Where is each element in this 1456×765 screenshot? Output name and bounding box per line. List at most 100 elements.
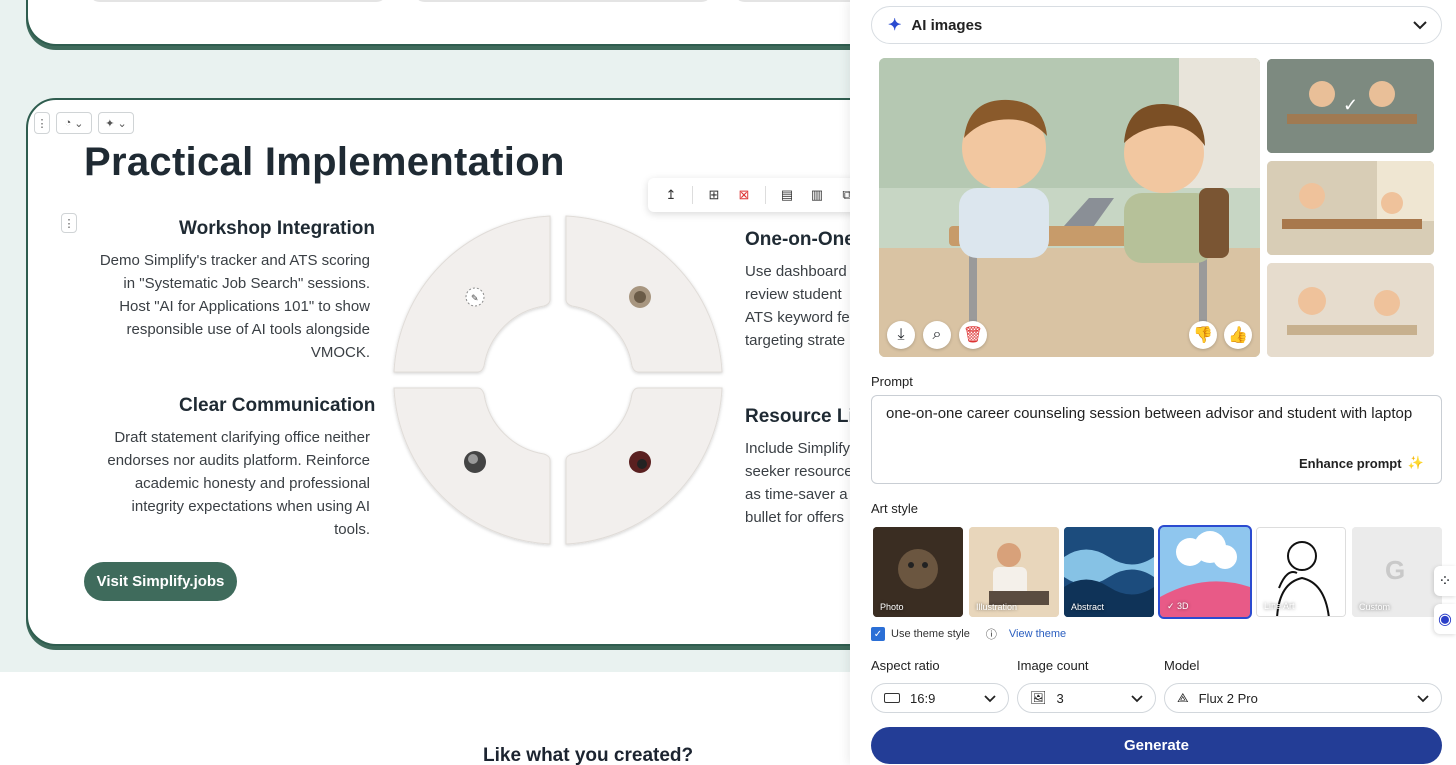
align-middle-icon[interactable]: ▥	[804, 182, 830, 208]
delete-icon[interactable]: 🗑	[959, 321, 987, 349]
style-tile-illustration[interactable]: Illustration	[969, 527, 1059, 617]
layout-grid-icon[interactable]: ⊞	[701, 182, 727, 208]
chevron-down-icon	[1413, 17, 1427, 34]
toolbar-divider	[692, 186, 693, 204]
text-line: Host "AI for Applications 101" to show	[119, 298, 370, 315]
chevron-down-icon	[1131, 691, 1143, 706]
style-tile-line-art[interactable]: Line Art	[1256, 527, 1346, 617]
text-line: tools.	[334, 521, 370, 538]
visit-simplify-button[interactable]: Visit Simplify.jobs	[84, 562, 237, 601]
download-icon[interactable]: ⤓	[887, 321, 915, 349]
align-top-icon[interactable]: ▤	[774, 182, 800, 208]
apps-icon[interactable]: ⁘	[1434, 566, 1456, 596]
style-label: Custom	[1359, 602, 1391, 612]
mode-label: AI images	[911, 16, 983, 34]
enhance-prompt-button[interactable]: Enhance prompt ✨	[1299, 455, 1424, 471]
text-line: ATS keyword fe	[745, 309, 850, 326]
use-theme-row: ✓ Use theme style ⓘ View theme	[871, 626, 1066, 642]
art-style-label: Art style	[871, 501, 918, 516]
generated-image-thumb-2[interactable]	[1267, 161, 1434, 255]
segment-icon-bottom-right	[629, 451, 651, 473]
style-tile-3d[interactable]: ✓ 3D	[1158, 525, 1252, 619]
hide-image-icon[interactable]: ⊠	[731, 182, 757, 208]
block-title-workshop[interactable]: Workshop Integration	[179, 218, 375, 240]
magic-wand-icon: ✨	[1407, 455, 1424, 470]
text-line: academic honesty and professional	[134, 475, 370, 492]
block-text-resource[interactable]: Include Simplify seeker resource as time…	[745, 437, 850, 529]
thumb-illustration: ✓	[1267, 59, 1434, 153]
info-icon[interactable]: ⓘ	[986, 626, 997, 642]
duplicate-icon[interactable]: ⧉	[834, 182, 850, 208]
block-title-one-on-one[interactable]: One-on-One	[745, 229, 850, 251]
block-toolbar: ↥ ⊞ ⊠ ▤ ▥ ⧉	[648, 178, 850, 212]
aspect-ratio-label: Aspect ratio	[871, 658, 940, 673]
card-color-button[interactable]: ◔ ⌄	[56, 112, 92, 134]
style-label-text: 3D	[1177, 601, 1189, 611]
segment-icon-bottom-left	[464, 451, 486, 473]
style-label: Line Art	[1264, 601, 1295, 611]
text-line: Draft statement clarifying office neithe…	[114, 429, 370, 446]
quadrant-ring-diagram[interactable]: ✎	[390, 212, 726, 548]
segment-icon-top-right	[629, 286, 651, 308]
generated-image-illustration	[879, 58, 1260, 357]
assistant-icon[interactable]: ◉	[1434, 604, 1456, 634]
slide-title[interactable]: Practical Implementation	[84, 140, 565, 185]
text-line: bullet for offers	[745, 509, 844, 526]
image-icon: 🖼	[1030, 690, 1047, 705]
block-text-workshop[interactable]: Demo Simplify's tracker and ATS scoring …	[60, 249, 370, 364]
thumbs-down-icon[interactable]: 👎	[1189, 321, 1217, 349]
text-line: responsible use of AI tools alongside	[126, 321, 371, 338]
thumb-illustration	[1267, 161, 1434, 255]
use-theme-label: Use theme style	[891, 628, 970, 640]
sparkle-icon: ✦	[105, 117, 115, 130]
image-count-select[interactable]: 🖼 3	[1017, 683, 1156, 713]
mode-dropdown[interactable]: ✦ AI images	[871, 6, 1442, 44]
zoom-icon[interactable]: ⌕	[923, 321, 951, 349]
aspect-ratio-select[interactable]: 16:9	[871, 683, 1009, 713]
card-ai-button[interactable]: ✦ ⌄	[98, 112, 134, 134]
previous-slide-bar	[733, 0, 850, 2]
block-text-one-on-one[interactable]: Use dashboard review student ATS keyword…	[745, 260, 850, 352]
move-up-icon[interactable]: ↥	[658, 182, 684, 208]
palette-icon: ◔	[64, 117, 72, 129]
thumbs-up-icon[interactable]: 👍	[1224, 321, 1252, 349]
block-title-resource[interactable]: Resource Li	[745, 406, 850, 428]
chevron-down-icon: ⌄	[117, 117, 127, 130]
style-label: Illustration	[976, 602, 1018, 612]
block-title-communication[interactable]: Clear Communication	[179, 395, 375, 417]
bottom-area	[0, 672, 850, 765]
segment-icon-top-left: ✎	[465, 287, 485, 307]
model-icon: ⟁	[1177, 690, 1189, 705]
previous-slide-bar	[88, 0, 388, 2]
generated-image-main[interactable]: ⤓ ⌕ 🗑 👎 👍	[879, 58, 1260, 357]
model-select[interactable]: ⟁ Flux 2 Pro	[1164, 683, 1442, 713]
style-tile-custom[interactable]: G Custom	[1352, 527, 1442, 617]
text-line: targeting strate	[745, 332, 846, 349]
text-line: as time-saver a	[745, 486, 848, 503]
svg-text:G: G	[1385, 555, 1405, 585]
aspect-ratio-icon	[884, 693, 900, 703]
text-line: review student	[745, 286, 842, 303]
slide-canvas: ⋮ ◔ ⌄ ✦ ⌄ ⋮ Practical Implementation Works…	[0, 0, 850, 765]
generated-image-thumb-1[interactable]: ✓	[1267, 59, 1434, 153]
text-line: Use dashboard	[745, 263, 847, 280]
previous-slide-bar	[413, 0, 713, 2]
text-line: endorses nor audits platform. Reinforce	[107, 452, 370, 469]
block-handle-icon[interactable]: ⋮	[61, 213, 77, 233]
toolbar-divider	[765, 186, 766, 204]
use-theme-checkbox[interactable]: ✓	[871, 627, 885, 641]
style-tile-photo[interactable]: Photo	[873, 527, 963, 617]
view-theme-link[interactable]: View theme	[1009, 628, 1066, 640]
drag-handle-icon[interactable]: ⋮	[34, 112, 50, 134]
text-line: integrity expectations when using AI	[131, 498, 370, 515]
generated-image-thumb-3[interactable]	[1267, 263, 1434, 357]
text-line: Include Simplify	[745, 440, 850, 457]
style-tile-abstract[interactable]: Abstract	[1064, 527, 1154, 617]
text-line: Demo Simplify's tracker and ATS scoring	[99, 252, 370, 269]
block-text-communication[interactable]: Draft statement clarifying office neithe…	[60, 426, 370, 541]
generate-button[interactable]: Generate	[871, 727, 1442, 764]
previous-slide-card[interactable]	[26, 0, 850, 46]
chevron-down-icon	[1417, 691, 1429, 706]
text-line: seeker resource	[745, 463, 850, 480]
style-label: ✓ 3D	[1167, 601, 1189, 612]
